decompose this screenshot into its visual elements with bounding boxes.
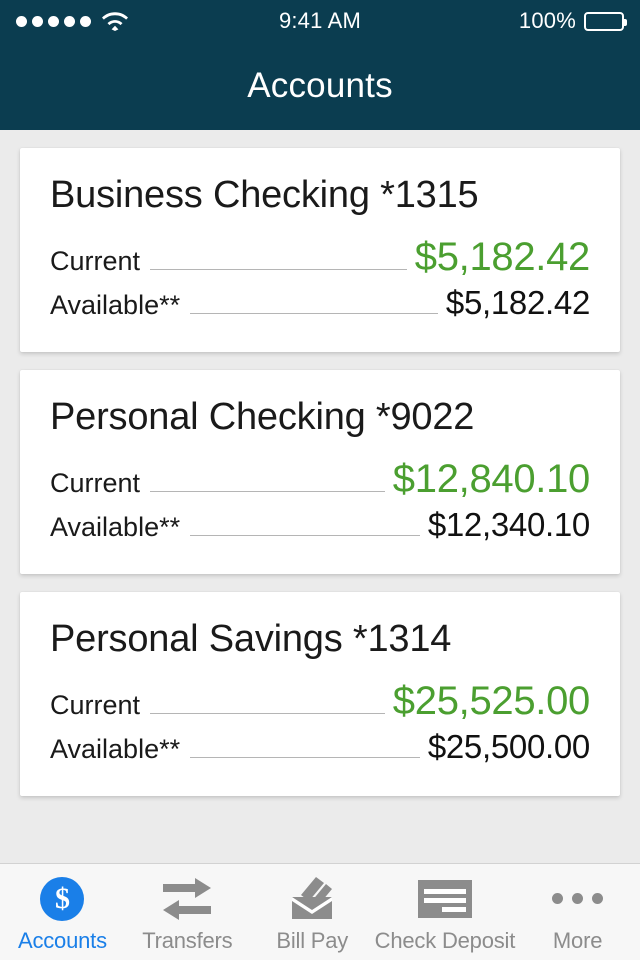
current-balance-value: $25,525.00	[392, 679, 591, 723]
ellipsis-icon	[552, 877, 604, 921]
available-balance-label: Available**	[50, 734, 181, 764]
battery-percent-label: 100%	[518, 8, 576, 33]
current-balance-label: Current	[50, 690, 141, 720]
accounts-list[interactable]: Business Checking *1315 Current $5,182.4…	[0, 130, 640, 960]
available-balance-label: Available**	[50, 290, 181, 320]
status-bar: 9:41 AM 100%	[0, 0, 640, 42]
available-balance-value: $25,500.00	[427, 728, 590, 765]
leader-line	[150, 269, 407, 270]
leader-line	[190, 313, 438, 314]
current-balance-label: Current	[50, 246, 141, 276]
page-title: Accounts	[247, 66, 393, 105]
phone-screen: 9:41 AM 100% Accounts Business Checking …	[0, 0, 640, 960]
tab-transfers[interactable]: Transfers	[125, 864, 250, 960]
tab-more-label: More	[552, 927, 603, 953]
available-balance-row: Available** $5,182.42	[50, 284, 590, 322]
tab-check-deposit-label: Check Deposit	[374, 927, 516, 953]
available-balance-label: Available**	[50, 512, 181, 542]
current-balance-row: Current $5,182.42	[50, 235, 590, 280]
leader-line	[150, 491, 385, 492]
status-bar-right: 100%	[518, 8, 627, 34]
account-title: Business Checking *1315	[50, 174, 479, 216]
tab-bill-pay[interactable]: Bill Pay	[250, 864, 375, 960]
tab-check-deposit[interactable]: Check Deposit	[375, 864, 515, 960]
dollar-circle-icon: $	[40, 876, 85, 921]
account-title: Personal Savings *1314	[50, 618, 452, 660]
available-balance-value: $12,340.10	[427, 506, 590, 543]
account-card[interactable]: Personal Savings *1314 Current $25,525.0…	[20, 592, 620, 796]
current-balance-value: $5,182.42	[414, 235, 591, 279]
tab-accounts-label: Accounts	[17, 927, 107, 953]
current-balance-value: $12,840.10	[392, 457, 591, 501]
nav-bar: Accounts	[0, 42, 640, 130]
current-balance-label: Current	[50, 468, 141, 498]
battery-icon	[584, 11, 627, 31]
current-balance-row: Current $12,840.10	[50, 457, 590, 502]
leader-line	[190, 757, 420, 758]
tab-bill-pay-label: Bill Pay	[276, 927, 349, 953]
available-balance-value: $5,182.42	[445, 284, 590, 321]
transfer-arrows-icon	[161, 877, 213, 921]
leader-line	[190, 535, 420, 536]
account-card[interactable]: Personal Checking *9022 Current $12,840.…	[20, 370, 620, 574]
available-balance-row: Available** $12,340.10	[50, 506, 590, 544]
check-lines-icon	[417, 877, 472, 921]
tab-accounts[interactable]: $ Accounts	[0, 864, 125, 960]
account-card[interactable]: Business Checking *1315 Current $5,182.4…	[20, 148, 620, 352]
tab-transfers-label: Transfers	[142, 927, 233, 953]
envelope-pen-icon	[286, 876, 338, 921]
leader-line	[150, 713, 385, 714]
tab-more[interactable]: More	[515, 864, 640, 960]
current-balance-row: Current $25,525.00	[50, 679, 590, 724]
account-title: Personal Checking *9022	[50, 396, 475, 438]
tab-bar: $ Accounts Transfers Bill Pay Check Depo…	[0, 863, 640, 960]
available-balance-row: Available** $25,500.00	[50, 728, 590, 766]
